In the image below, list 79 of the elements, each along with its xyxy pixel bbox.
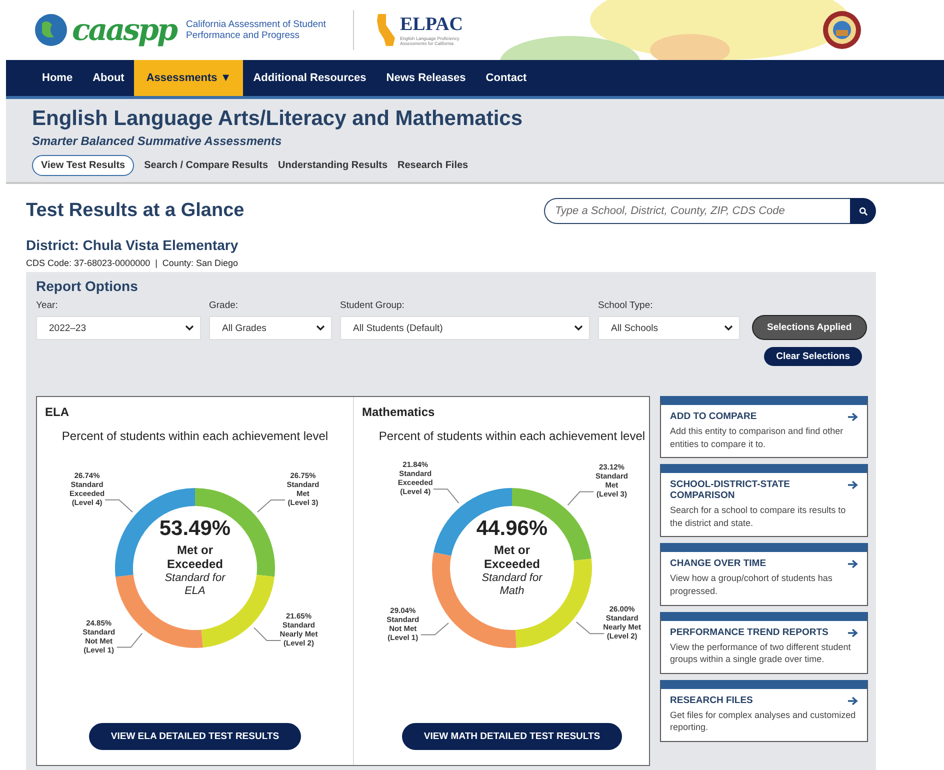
tab[interactable]: Research Files [398,156,468,175]
search-button[interactable] [850,198,876,224]
center-label: Met or Exceeded [482,543,542,572]
center-percentage: 53.49% [159,517,231,541]
action-card[interactable]: SCHOOL-DISTRICT-STATE COMPARISON Search for a school to compare its results to the district and state. [660,464,868,538]
leader-line [116,632,143,648]
seal-icon [822,10,862,50]
logo-text: caaspp [72,12,176,48]
action-card[interactable]: CHANGE OVER TIME View how a group/cohort of students has progressed. [660,543,868,606]
tab[interactable]: View Test Results [32,155,134,176]
view-results-button[interactable]: VIEW MATH DETAILED TEST RESULTS [402,723,622,750]
action-title: PERFORMANCE TREND REPORTS [670,626,828,638]
action-description: Get files for complex analyses and customized reporting. [670,708,857,734]
leader-line [254,627,282,641]
center-percentage: 44.96% [476,517,548,541]
center-label: Met or Exceeded [166,543,224,572]
action-description: View the performance of two different student groups within a single grade over time. [670,640,852,666]
nav-link[interactable]: News Releases [376,60,476,96]
section-subtitle: Smarter Balanced Summative Assessments [32,134,283,148]
california-map-icon [376,13,396,47]
chevron-down-icon [316,325,325,331]
dropdown[interactable]: All Grades [209,316,332,340]
filter-label: Grade: [209,300,240,311]
action-title: ADD TO COMPARE [670,411,757,422]
center-note: Standard for ELA [164,572,227,598]
panel-title: ELA [45,405,69,419]
arrow-right-icon [847,480,858,490]
arrow-right-icon [847,412,858,422]
search-icon [858,206,868,216]
filter-label: Year: [36,300,59,311]
logo-globe-icon [34,13,68,47]
chevron-down-icon [724,325,733,331]
filter-label: School Type: [598,300,654,311]
center-note: Standard for Math [480,572,544,598]
action-description: Add this entity to comparison and find other entities to compare it to. [670,425,844,450]
nav-link[interactable]: Contact [476,60,537,96]
action-card[interactable]: PERFORMANCE TREND REPORTS View the performance of two different student groups within a single grade over time. [660,612,868,674]
dropdown[interactable]: All Schools [598,316,740,340]
action-title: RESEARCH FILES [670,694,753,706]
dropdown[interactable]: All Students (Default) [340,316,590,340]
arrow-right-icon [847,696,858,706]
leader-line [104,499,133,512]
arrow-right-icon [847,559,858,570]
action-card[interactable]: RESEARCH FILES Get files for complex analyses and customized reporting. [660,680,868,742]
chevron-down-icon [185,325,194,331]
view-results-button[interactable]: VIEW ELA DETAILED TEST RESULTS [88,723,302,750]
leader-line [420,622,449,636]
report-options-title: Report Options [36,278,139,294]
action-title: SCHOOL-DISTRICT-STATE COMPARISON [670,479,791,502]
action-title: CHANGE OVER TIME [670,558,766,570]
filter-label: Student Group: [340,300,406,311]
leader-line [567,491,594,506]
chevron-down-icon [574,325,583,331]
leader-line [257,499,286,512]
dropdown[interactable]: 2022–23 [36,316,201,340]
tab[interactable]: Understanding Results [278,156,388,175]
selections-applied-button[interactable]: Selections Applied [752,315,867,340]
elpac-logo-text: ELPAC [400,14,464,36]
district-details: CDS Code: 37-68023-0000000 | County: San Diego [26,258,239,268]
district-name: District: Chula Vista Elementary [26,237,240,253]
clear-selections-button[interactable]: Clear Selections [764,347,862,366]
chart-subtitle: Percent of students within each achievement level [378,429,646,443]
nav-link[interactable]: Additional Resources [243,60,376,96]
arrow-right-icon [847,628,858,638]
page-title: Test Results at a Glance [26,200,244,222]
nav-link[interactable]: Assessments ▼ [134,60,244,96]
action-description: Search for a school to compare its results to the district and state. [670,504,847,530]
action-description: View how a group/cohort of students has progressed. [670,572,834,598]
tab[interactable]: Search / Compare Results [144,156,268,175]
panel-title: Mathematics [362,405,435,419]
leader-line [432,488,460,504]
leader-line [576,622,605,634]
search-field[interactable]: Type a School, District, County, ZIP, CDS Code [544,198,850,224]
chart-subtitle: Percent of students within each achievement level [62,429,328,443]
logo-caption: California Assessment of Student Performance and Progress [186,18,327,42]
action-card[interactable]: ADD TO COMPARE Add this entity to comparison and find other entities to compare it to. [660,396,868,458]
section-title: English Language Arts/Literacy and Mathematics [32,107,524,131]
nav-link[interactable]: About [82,60,134,96]
nav-link[interactable]: Home [32,60,83,96]
